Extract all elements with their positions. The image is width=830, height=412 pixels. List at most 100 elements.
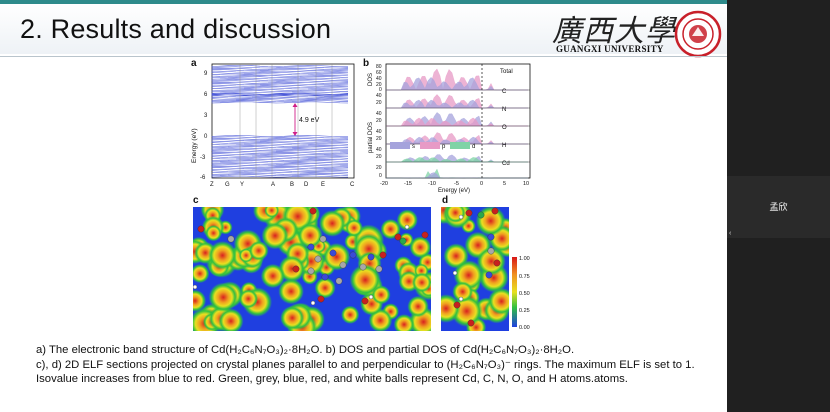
- atom-ball: [227, 235, 235, 243]
- dos-tick: 40: [376, 129, 382, 135]
- atom-ball: [368, 294, 374, 300]
- elf-blob: [205, 224, 222, 242]
- legend-d-swatch: [450, 142, 470, 149]
- participant-tile[interactable]: 孟欣 ‹: [727, 176, 830, 238]
- colorbar-tick: 1.00: [519, 256, 530, 262]
- atom-ball: [314, 255, 322, 263]
- elf-blob: [407, 295, 429, 318]
- elf-blob: [345, 219, 363, 237]
- legend-s-label: s: [412, 144, 415, 150]
- elf-blob: [371, 285, 391, 305]
- atom-ball: [292, 265, 300, 273]
- atom-ball: [485, 271, 493, 279]
- dos-tick: 20: [376, 136, 382, 142]
- dos-row-label: O: [502, 125, 507, 131]
- caption-line-2: c), d) 2D ELF sections projected on crys…: [36, 358, 695, 386]
- dos-tick: 0: [379, 173, 382, 179]
- figure-caption: a) The electronic band structure of Cd(H…: [36, 343, 716, 387]
- band-y-tick: -3: [200, 155, 206, 161]
- atom-ball: [404, 224, 410, 230]
- atom-ball: [453, 301, 461, 309]
- atom-ball: [487, 233, 495, 241]
- dos-x-ticks: -20 -15 -10 -5 0 5 10: [380, 181, 529, 187]
- band-y-tick: 3: [204, 113, 208, 119]
- atom-ball: [458, 296, 464, 302]
- dos-x-label: Energy (eV): [438, 188, 470, 194]
- dos-tick: 40: [376, 147, 382, 153]
- elf-blob: [280, 305, 305, 330]
- band-x-tick: E: [321, 182, 325, 188]
- elf-blob: [318, 210, 346, 237]
- atom-ball: [359, 263, 367, 271]
- university-seal-icon: [674, 10, 722, 58]
- atom-ball: [487, 247, 495, 255]
- dos-x-tick: -10: [428, 181, 436, 187]
- collapse-panel-icon[interactable]: ‹: [729, 230, 731, 237]
- band-x-tick: Z: [210, 182, 214, 188]
- dos-row-label: N: [502, 107, 506, 113]
- elf-blob: [238, 289, 259, 309]
- band-y-ticks: 9 6 3 0 -3 -6: [200, 71, 208, 181]
- atom-ball: [361, 297, 369, 305]
- panel-c-letter: c: [193, 195, 199, 206]
- band-y-tick: -6: [200, 175, 206, 181]
- band-x-tick: Y: [240, 182, 244, 188]
- elf-blob: [260, 263, 285, 289]
- band-structure-panel: a Energy (eV) 9 6 3 0 -3 -6 4.9 eV Z G Y…: [191, 58, 355, 188]
- atom-ball: [458, 214, 464, 220]
- atom-ball: [465, 209, 473, 217]
- band-x-ticks: Z G Y A B D E C: [210, 182, 355, 188]
- partial-dos-y-label: partial DOS: [368, 122, 374, 153]
- dos-row-label: H: [502, 143, 506, 149]
- atom-ball: [493, 259, 501, 267]
- atom-ball: [319, 235, 327, 243]
- atom-ball: [421, 231, 429, 239]
- atom-ball: [307, 243, 315, 251]
- dos-legend: s p d: [390, 142, 475, 150]
- elf-blob: [322, 243, 351, 271]
- dos-tick: 20: [376, 100, 382, 106]
- title-divider: [0, 56, 727, 57]
- band-y-axis-label: Energy (eV): [191, 128, 198, 163]
- elf-blob: [208, 282, 238, 312]
- elf-perpendicular-map: [441, 207, 509, 331]
- elf-blob: [248, 240, 269, 261]
- elf-blob: [475, 207, 506, 236]
- elf-blob: [341, 305, 360, 324]
- elf-blob: [208, 241, 237, 270]
- caption-line-1: a) The electronic band structure of Cd(H…: [36, 344, 575, 356]
- atom-ball: [349, 251, 357, 259]
- elf-colorbar: 1.00 0.75 0.50 0.25 0.00: [512, 256, 530, 331]
- atom-ball: [317, 295, 325, 303]
- atom-ball: [193, 284, 198, 290]
- panel-d-letter: d: [442, 195, 449, 206]
- atom-ball: [335, 277, 343, 285]
- dos-tick: 40: [376, 111, 382, 117]
- dos-panel: b DOS partial DOS 80 60 40 20 0 40 20 40…: [363, 58, 531, 194]
- atom-ball: [329, 249, 337, 257]
- atom-ball: [197, 225, 205, 233]
- colorbar-tick: 0.75: [519, 274, 530, 280]
- band-x-tick: A: [271, 182, 275, 188]
- dos-tick: 20: [376, 154, 382, 160]
- atom-ball: [321, 273, 329, 281]
- band-x-tick: G: [225, 182, 230, 188]
- atom-ball: [375, 265, 383, 273]
- band-x-tick: B: [290, 182, 294, 188]
- university-name: GUANGXI UNIVERSITY: [556, 44, 664, 54]
- band-y-tick: 0: [204, 134, 208, 140]
- atom-ball: [379, 251, 387, 259]
- dos-x-tick: -15: [404, 181, 412, 187]
- participant-name: 孟欣: [769, 202, 788, 212]
- colorbar-tick: 0.00: [519, 325, 530, 331]
- colorbar-tick: 0.50: [519, 291, 530, 297]
- slide-title: 2. Results and discussion: [20, 14, 332, 44]
- dos-tick: 20: [376, 118, 382, 124]
- atom-ball: [307, 267, 315, 275]
- atom-ball: [309, 207, 317, 215]
- dos-x-tick: 5: [503, 181, 506, 187]
- dos-row-ticks: 40 20 40 20 40 20 40 20 20 0: [376, 93, 382, 179]
- dos-tick: 20: [376, 165, 382, 171]
- band-y-tick: 6: [204, 92, 208, 98]
- dos-x-tick: -20: [380, 181, 388, 187]
